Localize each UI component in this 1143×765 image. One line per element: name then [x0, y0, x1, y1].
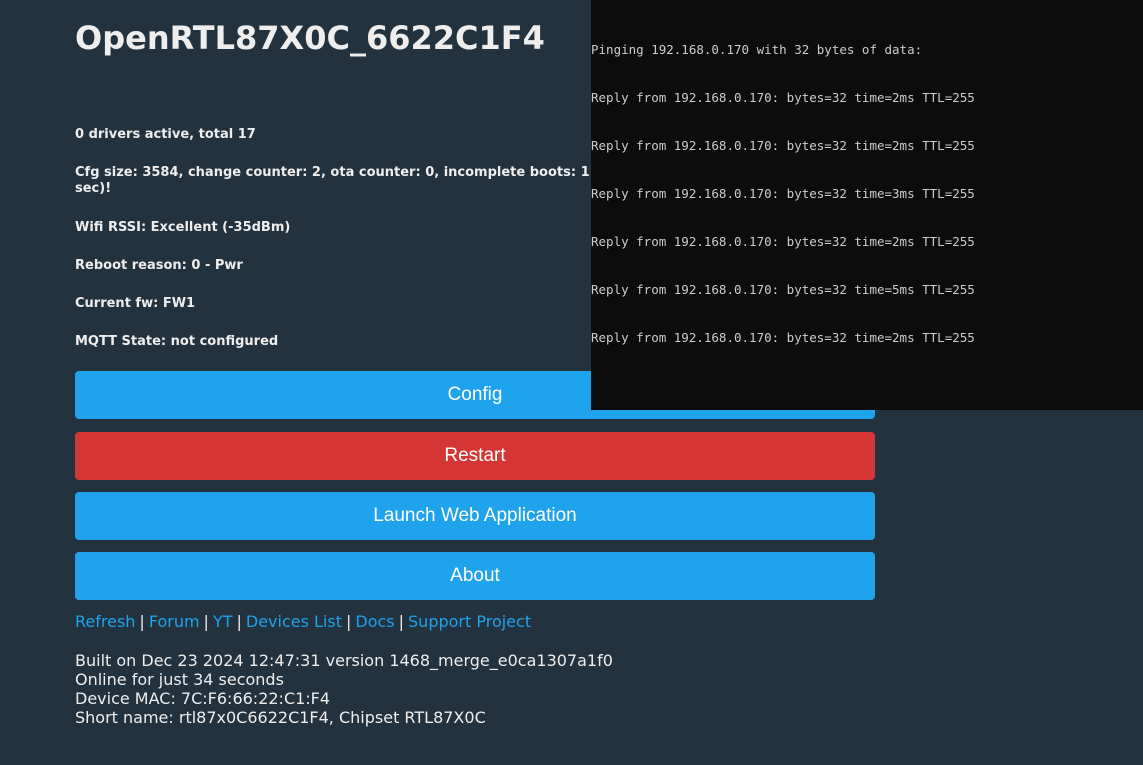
footer-info: Built on Dec 23 2024 12:47:31 version 14…: [75, 651, 613, 727]
console-line: Reply from 192.168.0.170: bytes=32 time=…: [591, 330, 975, 345]
support-project-link[interactable]: Support Project: [408, 612, 531, 631]
refresh-link[interactable]: Refresh: [75, 612, 135, 631]
page-title: OpenRTL87X0C_6622C1F4: [75, 19, 545, 57]
forum-link[interactable]: Forum: [149, 612, 200, 631]
restart-button[interactable]: Restart: [75, 432, 875, 480]
console-line: Reply from 192.168.0.170: bytes=32 time=…: [591, 234, 975, 249]
about-button[interactable]: About: [75, 552, 875, 600]
link-separator: |: [139, 612, 145, 631]
console-line: Reply from 192.168.0.170: bytes=32 time=…: [591, 186, 975, 201]
yt-link[interactable]: YT: [213, 612, 233, 631]
docs-link[interactable]: Docs: [355, 612, 394, 631]
nav-links: Refresh | Forum | YT | Devices List | Docs | Suppo…: [75, 612, 531, 632]
console-line: Reply from 192.168.0.170: bytes=32 time=…: [591, 138, 975, 153]
ping-console-window: Pinging 192.168.0.170 with 32 bytes of d…: [591, 0, 1143, 410]
launch-web-app-button[interactable]: Launch Web Application: [75, 492, 875, 540]
device-mac: Device MAC: 7C:F6:66:22:C1:F4: [75, 689, 331, 708]
console-line: Reply from 192.168.0.170: bytes=32 time=…: [591, 282, 975, 297]
online-time: Online for just 34 seconds: [75, 670, 284, 689]
short-name: Short name: rtl87x0C6622C1F4, Chipset RT…: [75, 708, 486, 727]
link-separator: |: [236, 612, 242, 631]
build-info: Built on Dec 23 2024 12:47:31 version 14…: [75, 651, 613, 670]
link-separator: |: [398, 612, 405, 631]
console-line: Reply from 192.168.0.170: bytes=32 time=…: [591, 90, 975, 105]
link-separator: |: [203, 612, 209, 631]
console-line: Pinging 192.168.0.170 with 32 bytes of d…: [591, 42, 923, 57]
devices-list-link[interactable]: Devices List: [246, 612, 342, 631]
link-separator: |: [345, 612, 352, 631]
